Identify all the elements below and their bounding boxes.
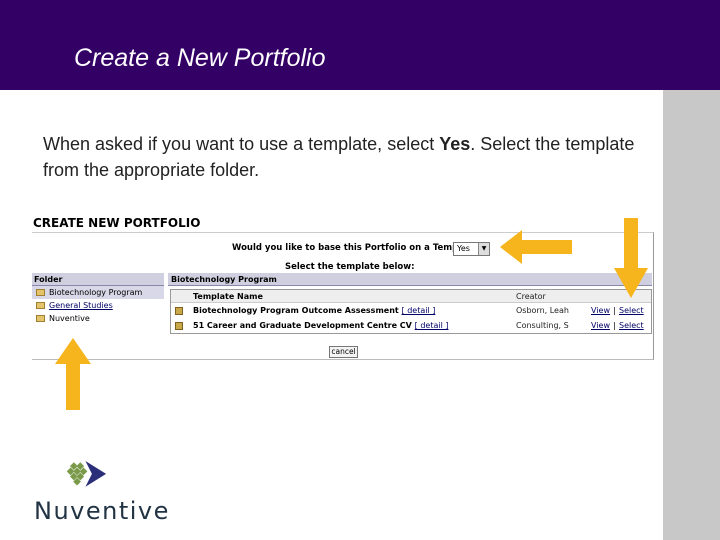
instruction-bold-yes: Yes [439, 134, 471, 154]
arrow-up-icon [55, 338, 91, 410]
nuventive-logo [66, 461, 107, 487]
folder-icon [36, 302, 45, 309]
right-sidebar-bar [663, 90, 720, 540]
select-link[interactable]: Select [619, 318, 644, 333]
instruction-part-1: When asked if you want to use a template… [43, 134, 440, 154]
template-table-header: Template Name Creator [171, 290, 651, 303]
folder-item-label: Biotechnology Program [49, 288, 143, 297]
table-row: 51 Career and Graduate Development Centr… [171, 318, 651, 333]
folder-icon [36, 315, 45, 322]
arrow-down-icon [614, 218, 648, 298]
column-header-name: Template Name [193, 292, 263, 301]
template-choice-select[interactable]: Yes ▼ [453, 242, 490, 256]
select-template-prompt: Select the template below: [285, 262, 415, 272]
template-icon [175, 322, 183, 330]
template-name-text: 51 Career and Graduate Development Centr… [193, 321, 412, 330]
template-pane: Biotechnology Program Template Name Crea… [168, 273, 652, 337]
link-separator: | [613, 306, 616, 315]
view-link[interactable]: View [591, 318, 610, 333]
table-row: Biotechnology Program Outcome Assessment… [171, 303, 651, 318]
detail-link[interactable]: [ detail ] [415, 321, 449, 330]
template-name: 51 Career and Graduate Development Centr… [193, 318, 448, 333]
folder-item-biotechnology[interactable]: Biotechnology Program [32, 286, 164, 299]
nuventive-wordmark: Nuventive [34, 497, 170, 525]
template-creator: Consulting, S [516, 321, 569, 330]
link-separator: | [613, 321, 616, 330]
template-creator: Osborn, Leah [516, 306, 569, 315]
folder-icon [36, 289, 45, 296]
view-link[interactable]: View [591, 303, 610, 318]
instruction-text: When asked if you want to use a template… [43, 131, 653, 183]
column-header-creator: Creator [516, 292, 546, 301]
folder-item-label: General Studies [49, 301, 113, 310]
select-link[interactable]: Select [619, 303, 644, 318]
folder-item-general-studies[interactable]: General Studies [32, 299, 164, 312]
template-name-text: Biotechnology Program Outcome Assessment [193, 306, 399, 315]
template-icon [175, 307, 183, 315]
folder-item-label: Nuventive [49, 314, 90, 323]
detail-link[interactable]: [ detail ] [402, 306, 436, 315]
folder-pane-header: Folder [32, 273, 164, 286]
arrow-left-icon [500, 230, 572, 264]
template-pane-header: Biotechnology Program [168, 273, 652, 286]
folder-item-nuventive[interactable]: Nuventive [32, 312, 164, 325]
folder-pane: Folder Biotechnology Program General Stu… [32, 273, 164, 328]
template-choice-value: Yes [457, 244, 470, 253]
chevron-down-icon[interactable]: ▼ [478, 243, 489, 255]
template-question-label: Would you like to base this Portfolio on… [232, 243, 482, 253]
screenshot-heading: CREATE NEW PORTFOLIO [33, 216, 201, 230]
slide-title: Create a New Portfolio [74, 44, 326, 72]
template-table: Template Name Creator Biotechnology Prog… [170, 289, 652, 334]
slide-header: Create a New Portfolio [0, 0, 720, 90]
cancel-button[interactable]: cancel [329, 346, 358, 358]
template-name: Biotechnology Program Outcome Assessment… [193, 303, 435, 318]
